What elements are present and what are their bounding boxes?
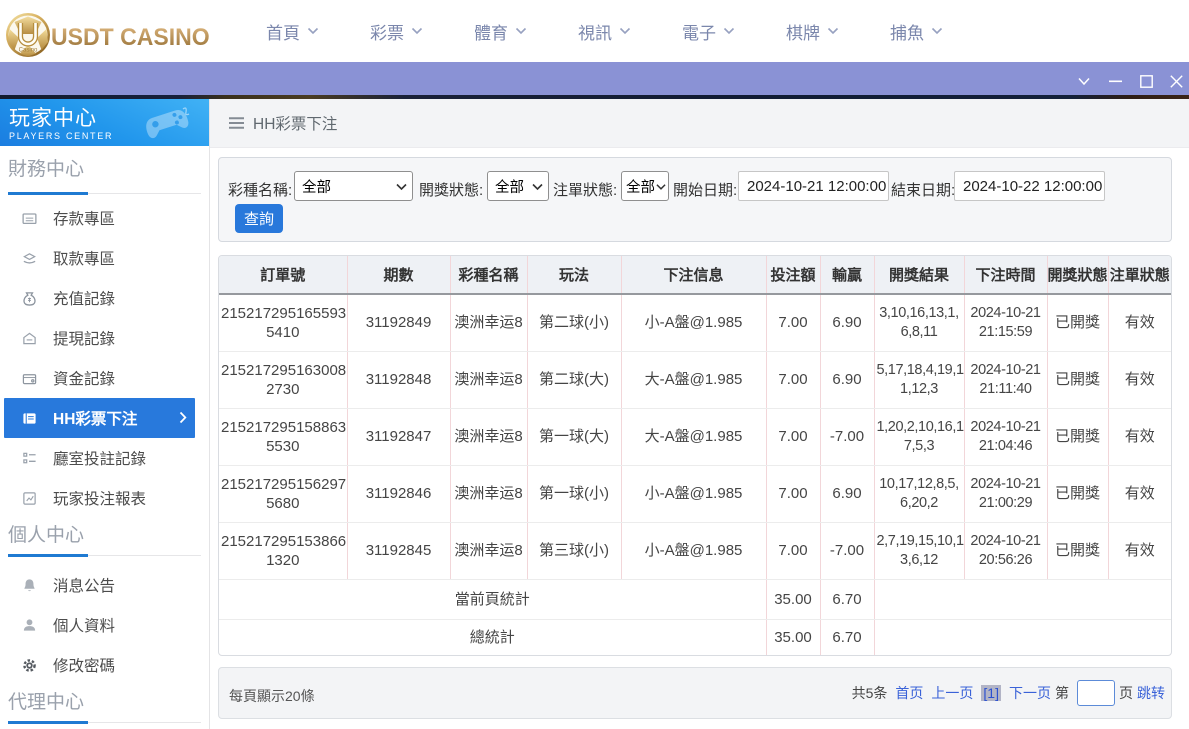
svg-text:Casino: Casino (19, 48, 38, 54)
